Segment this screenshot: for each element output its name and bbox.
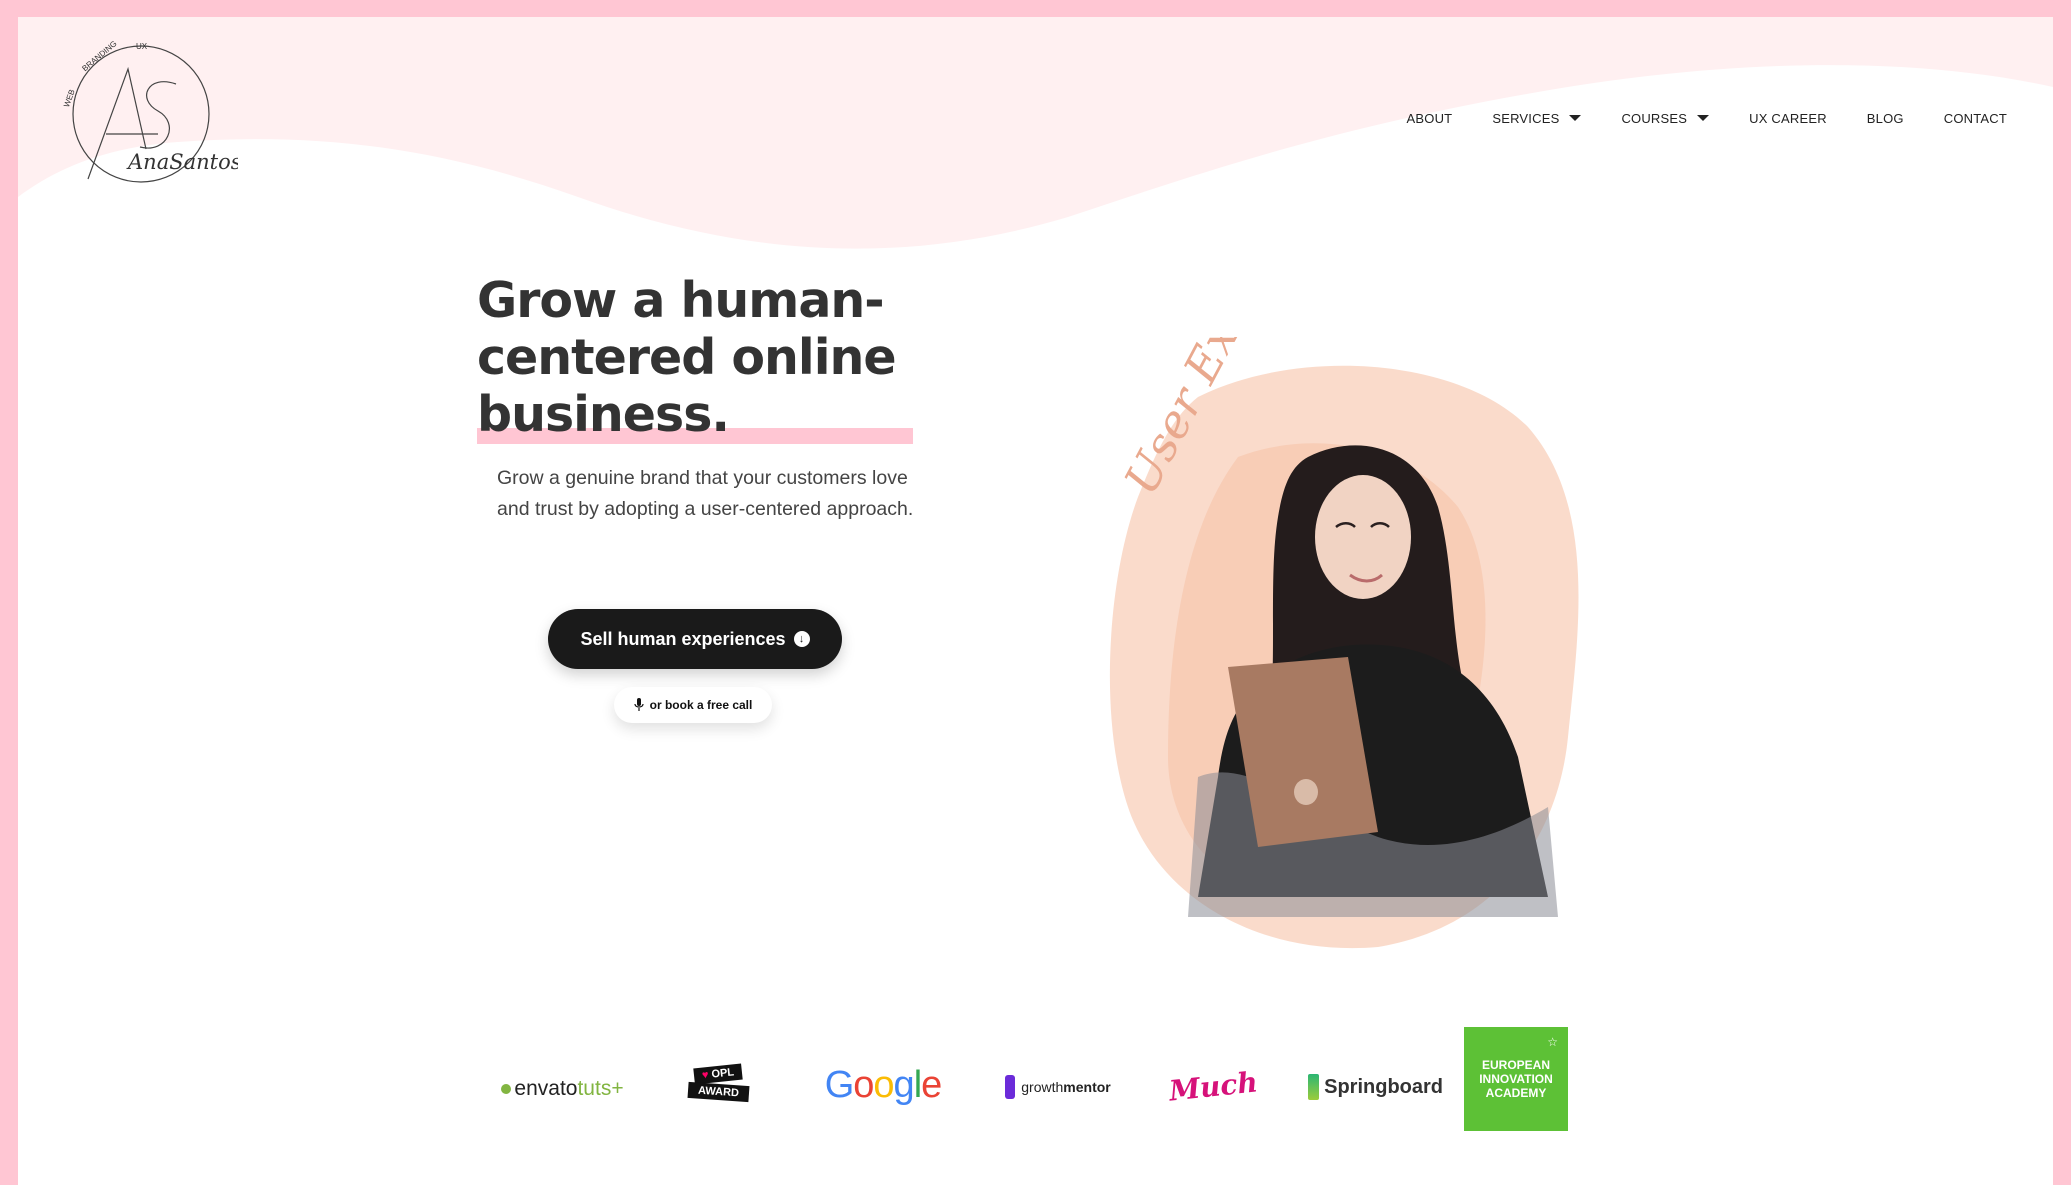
nav-label: UX CAREER [1749, 110, 1827, 126]
star-icon: ☆ [1547, 1035, 1558, 1049]
logo-wordmark: AnaSantos [126, 150, 238, 174]
logo-tagline: BRANDING [80, 39, 118, 73]
nav-contact[interactable]: CONTACT [1944, 111, 2007, 126]
hero-title: Grow a human-centered online business. [477, 272, 897, 443]
springboard-name: Springboard [1324, 1075, 1443, 1098]
call-label: or book a free call [649, 698, 753, 712]
logo-tagline-ux: UX [136, 42, 148, 51]
hero-subtitle: Grow a genuine brand that your customers… [497, 467, 914, 520]
portrait-illustration: User Experience [1109, 337, 1579, 949]
envato-tuts-logo[interactable]: envato tuts+ [490, 1069, 635, 1109]
much-logo[interactable]: Much [1158, 1063, 1268, 1109]
brand-logo[interactable]: BRANDING UX WEB AnaSantos [48, 29, 238, 199]
nav-services[interactable]: SERVICES [1492, 110, 1582, 126]
envato-suffix: tuts+ [577, 1077, 624, 1100]
springboard-icon [1308, 1074, 1320, 1100]
much-wordmark: Much [1167, 1064, 1259, 1108]
header-wave [18, 17, 2053, 249]
leaf-icon [501, 1084, 512, 1094]
microphone-icon [634, 698, 644, 711]
growthmentor-suffix: mentor [1063, 1079, 1111, 1095]
google-wordmark: Google [824, 1063, 943, 1106]
growthmentor-prefix: growth [1021, 1079, 1064, 1095]
opl-name: OPL [710, 1066, 735, 1081]
nav-label: BLOG [1866, 110, 1904, 126]
flame-icon [1005, 1075, 1016, 1099]
nav-label: COURSES [1621, 110, 1688, 126]
cta-label: Sell human experiences [580, 628, 786, 649]
heart-icon: ♥ [701, 1069, 710, 1082]
eia-logo[interactable]: ☆ EUROPEAN INNOVATION ACADEMY [1464, 1027, 1568, 1131]
springboard-logo[interactable]: Springboard [1308, 1067, 1443, 1107]
book-call-button[interactable]: or book a free call [614, 687, 772, 723]
eia-name: EUROPEAN INNOVATION ACADEMY [1479, 1058, 1553, 1100]
partner-logos: envato tuts+ ♥ OPL AWARD Google growth m… [18, 1027, 2053, 1147]
award-label: AWARD [687, 1081, 749, 1103]
google-logo[interactable]: Google [818, 1057, 948, 1113]
nav-blog[interactable]: BLOG [1867, 111, 1904, 126]
arrow-down-circle-icon: ↓ [793, 631, 810, 647]
envato-name: envato [514, 1077, 578, 1100]
nav-courses[interactable]: COURSES [1621, 110, 1710, 126]
nav-label: ABOUT [1406, 110, 1453, 126]
nav-about[interactable]: ABOUT [1407, 111, 1453, 126]
nav-ux-career[interactable]: UX CAREER [1749, 111, 1827, 126]
growthmentor-logo[interactable]: growth mentor [993, 1069, 1123, 1105]
sell-experiences-button[interactable]: Sell human experiences ↓ [548, 609, 842, 669]
nav-label: SERVICES [1492, 110, 1560, 126]
page-frame: BRANDING UX WEB AnaSantos ABOUT SERVICES… [18, 17, 2053, 1185]
opl-award-logo[interactable]: ♥ OPL AWARD [678, 1057, 758, 1109]
caret-down-icon [1569, 115, 1582, 121]
caret-down-icon [1697, 115, 1710, 121]
nav-label: CONTACT [1943, 110, 2007, 126]
main-nav: ABOUT SERVICES COURSES UX CAREER BLOG CO… [1407, 93, 2007, 143]
